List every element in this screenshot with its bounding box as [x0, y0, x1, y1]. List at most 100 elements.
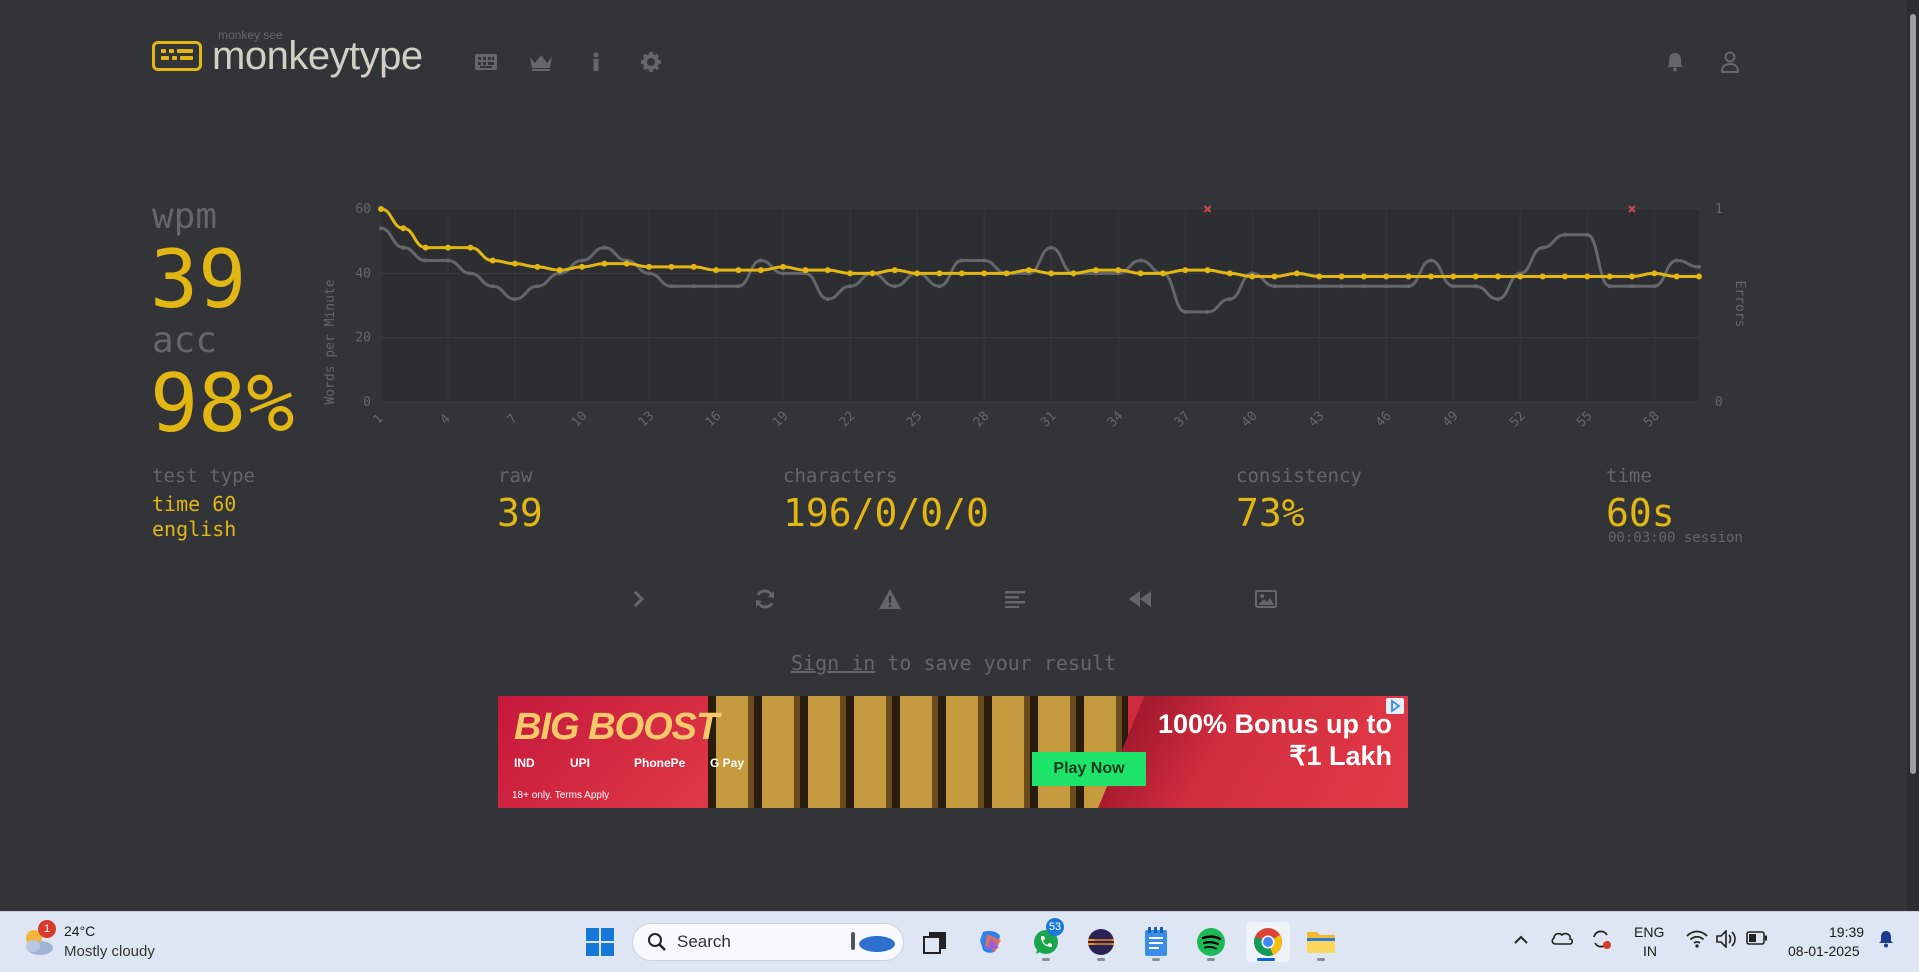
x-tick-label: 1	[370, 411, 386, 427]
notification-center-bell-icon[interactable]	[1878, 930, 1894, 953]
ad-payment-gpay: G Pay	[710, 756, 745, 770]
raw-point	[1183, 309, 1188, 314]
ad-play-now-button[interactable]: Play Now	[1032, 752, 1146, 786]
wpm-point	[981, 270, 988, 277]
wpm-point	[1159, 270, 1166, 277]
ad-headline: 100% Bonus up to ₹1 Lakh	[1158, 708, 1392, 773]
wpm-point	[445, 244, 452, 251]
watch-replay-rewind-icon[interactable]	[1127, 586, 1153, 612]
ad-headline-line1: 100% Bonus up to	[1157, 709, 1392, 739]
settings-gear-icon[interactable]	[639, 50, 663, 74]
advertisement-banner[interactable]: BIG BOOST IND UPI PhonePe G Pay 18+ only…	[498, 696, 1408, 808]
windows-taskbar: 1 24°C Mostly cloudy Search 53 ENG IN 19…	[0, 911, 1919, 972]
wpm-point	[1584, 273, 1591, 280]
raw-point	[781, 271, 786, 276]
wpm-point	[668, 263, 675, 270]
sync-status-icon[interactable]	[1590, 928, 1612, 955]
raw-point	[490, 284, 495, 289]
onedrive-cloud-icon[interactable]	[1550, 929, 1574, 952]
save-screenshot-image-icon[interactable]	[1253, 586, 1279, 612]
wpm-point	[1137, 270, 1144, 277]
raw-point	[892, 284, 897, 289]
logo[interactable]: monkey see monkeytype	[152, 28, 423, 76]
x-tick-label: 46	[1373, 409, 1395, 431]
wpm-point	[735, 267, 742, 274]
wpm-point	[1316, 273, 1323, 280]
wpm-point	[1249, 273, 1256, 280]
chrome-icon[interactable]	[1246, 922, 1290, 962]
taskbar-search[interactable]: Search	[632, 923, 904, 961]
wpm-point	[936, 270, 943, 277]
raw-point	[1473, 284, 1478, 289]
raw-point	[1138, 258, 1143, 263]
account-user-icon[interactable]	[1718, 50, 1742, 74]
search-icon	[648, 933, 666, 951]
notepad-icon[interactable]	[1136, 922, 1176, 962]
raw-point	[691, 284, 696, 289]
notification-bell-icon[interactable]	[1663, 50, 1687, 74]
windows-start-icon[interactable]	[580, 922, 620, 962]
characters-value: 196/0/0/0	[783, 491, 989, 535]
wpm-point	[378, 206, 384, 212]
y-tick-label: 0	[363, 395, 371, 410]
volume-speaker-icon[interactable]	[1716, 929, 1738, 953]
wpm-point	[1405, 273, 1412, 280]
warning-report-icon[interactable]	[877, 586, 903, 612]
wpm-point	[1517, 273, 1524, 280]
ad-headline-line2: ₹1 Lakh	[1289, 741, 1392, 772]
raw-point	[1049, 245, 1054, 250]
raw-point	[1272, 284, 1277, 289]
wpm-point	[780, 263, 787, 270]
wpm-point	[1450, 273, 1457, 280]
weather-badge: 1	[38, 920, 56, 938]
words-history-list-icon[interactable]	[1002, 586, 1028, 612]
signin-link[interactable]: Sign in	[791, 651, 875, 675]
next-test-chevron-icon[interactable]	[626, 586, 652, 612]
file-explorer-folder-icon[interactable]	[1301, 922, 1341, 962]
language-indicator-line1[interactable]: ENG	[1634, 924, 1664, 940]
raw-point	[379, 226, 383, 231]
adchoices-icon[interactable]	[1386, 698, 1404, 714]
wpm-point	[1115, 267, 1122, 274]
copilot-icon[interactable]	[971, 922, 1011, 962]
keyboard-icon[interactable]	[474, 50, 498, 74]
wpm-point	[1204, 267, 1211, 274]
raw-point	[1205, 309, 1210, 314]
whatsapp-icon[interactable]: 53	[1026, 918, 1066, 962]
raw-point	[1540, 245, 1545, 250]
info-icon[interactable]	[584, 50, 608, 74]
wifi-icon[interactable]	[1686, 930, 1708, 953]
test-language-value: english	[152, 517, 237, 541]
crown-icon[interactable]	[529, 50, 553, 74]
wpm-point	[646, 263, 653, 270]
show-hidden-icons-chevron-icon[interactable]	[1513, 932, 1529, 950]
battery-icon[interactable]	[1746, 931, 1768, 950]
raw-point	[1384, 284, 1389, 289]
weather-widget[interactable]: 1	[20, 920, 56, 960]
wpm-point	[757, 267, 764, 274]
y2-axis-label: Errors	[1732, 281, 1747, 328]
eclipse-icon[interactable]	[1081, 922, 1121, 962]
x-tick-label: 22	[837, 409, 859, 431]
raw-label: raw	[498, 465, 533, 487]
weather-description: Mostly cloudy	[64, 943, 155, 960]
wpm-chart: Words per Minute Errors 0204060011 4 7 10 13…	[323, 202, 1747, 431]
time-label: time	[1606, 465, 1652, 487]
raw-point	[1317, 284, 1322, 289]
raw-point	[1428, 258, 1433, 263]
restart-test-icon[interactable]	[752, 586, 778, 612]
raw-point	[1451, 284, 1456, 289]
characters-label: characters	[783, 465, 898, 487]
page-scrollbar[interactable]	[1907, 0, 1919, 911]
raw-point	[468, 271, 473, 276]
raw-point	[959, 258, 964, 263]
x-tick-label: 55	[1574, 409, 1596, 431]
wpm-value: 39	[150, 233, 247, 326]
spotify-icon[interactable]	[1191, 922, 1231, 962]
clock-date[interactable]: 08-01-2025	[1788, 943, 1860, 959]
raw-point	[535, 284, 540, 289]
task-view-icon[interactable]	[915, 922, 955, 962]
wpm-point	[690, 263, 697, 270]
language-indicator-line2[interactable]: IN	[1643, 943, 1657, 959]
clock-time[interactable]: 19:39	[1829, 924, 1864, 940]
